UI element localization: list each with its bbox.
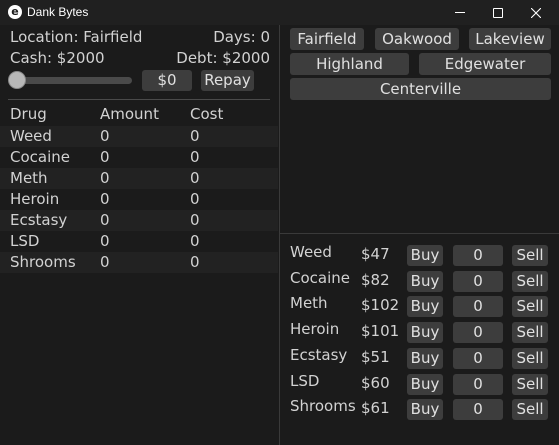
market-drug-label: Ecstasy bbox=[290, 345, 348, 364]
sell-button[interactable]: Sell bbox=[512, 322, 548, 344]
minimize-icon bbox=[455, 12, 465, 13]
status-divider bbox=[8, 99, 270, 100]
sell-button[interactable]: Sell bbox=[512, 399, 548, 421]
quantity-field[interactable]: 0 bbox=[453, 399, 503, 421]
close-icon bbox=[531, 7, 541, 18]
debt-label: Debt: $2000 bbox=[176, 49, 270, 67]
drug-cell: Meth bbox=[10, 169, 48, 187]
close-button[interactable] bbox=[513, 0, 559, 25]
sell-button[interactable]: Sell bbox=[512, 245, 548, 266]
drug-cell: Cocaine bbox=[10, 148, 70, 166]
location-button-edgewater[interactable]: Edgewater bbox=[419, 53, 551, 75]
cash-label: Cash: $2000 bbox=[10, 49, 105, 67]
market-drug-label: Meth bbox=[290, 294, 328, 313]
drug-cell: LSD bbox=[10, 232, 40, 250]
cost-cell: 0 bbox=[190, 190, 200, 208]
title-bar: e Dank Bytes bbox=[0, 0, 559, 25]
quantity-field[interactable]: 0 bbox=[453, 322, 503, 344]
market-price-label: $61 bbox=[361, 399, 390, 418]
location-button-fairfield[interactable]: Fairfield bbox=[290, 28, 364, 50]
market-drug-label: Shrooms bbox=[290, 397, 356, 416]
sell-button[interactable]: Sell bbox=[512, 270, 548, 292]
quantity-field[interactable]: 0 bbox=[453, 245, 503, 266]
sell-button[interactable]: Sell bbox=[512, 296, 548, 318]
market-price-label: $51 bbox=[361, 347, 390, 366]
buy-button[interactable]: Buy bbox=[407, 296, 443, 318]
quantity-field[interactable]: 0 bbox=[453, 296, 503, 318]
drug-cell: Weed bbox=[10, 127, 52, 145]
market-drug-label: Heroin bbox=[290, 320, 340, 339]
location-button-highland[interactable]: Highland bbox=[290, 53, 409, 75]
window-title: Dank Bytes bbox=[27, 5, 89, 19]
buy-button[interactable]: Buy bbox=[407, 399, 443, 421]
market-drug-label: Cocaine bbox=[290, 268, 350, 287]
days-label: Days: 0 bbox=[213, 28, 270, 46]
market-price-label: $82 bbox=[361, 270, 390, 289]
market-drug-label: Weed bbox=[290, 243, 332, 261]
quantity-field[interactable]: 0 bbox=[453, 373, 503, 395]
market-drug-label: LSD bbox=[290, 371, 320, 390]
location-label: Location: Fairfield bbox=[10, 28, 143, 46]
quantity-field[interactable]: 0 bbox=[453, 347, 503, 369]
header-drug: Drug bbox=[10, 105, 47, 123]
drug-cell: Heroin bbox=[10, 190, 60, 208]
repay-slider-thumb[interactable] bbox=[8, 71, 26, 89]
amount-cell: 0 bbox=[100, 190, 110, 208]
sell-button[interactable]: Sell bbox=[512, 347, 548, 369]
drug-cell: Shrooms bbox=[10, 253, 76, 271]
location-button-oakwood[interactable]: Oakwood bbox=[375, 28, 459, 50]
amount-cell: 0 bbox=[100, 127, 110, 145]
repay-button[interactable]: Repay bbox=[201, 70, 254, 91]
sell-button[interactable]: Sell bbox=[512, 373, 548, 395]
market-price-label: $60 bbox=[361, 373, 390, 392]
amount-cell: 0 bbox=[100, 169, 110, 187]
amount-cell: 0 bbox=[100, 148, 110, 166]
payment-amount-field: $0 bbox=[142, 70, 192, 91]
drug-cell: Ecstasy bbox=[10, 211, 68, 229]
cost-cell: 0 bbox=[190, 127, 200, 145]
cost-cell: 0 bbox=[190, 148, 200, 166]
quantity-field[interactable]: 0 bbox=[453, 270, 503, 292]
cost-cell: 0 bbox=[190, 253, 200, 271]
buy-button[interactable]: Buy bbox=[407, 373, 443, 395]
market-divider bbox=[280, 233, 559, 234]
maximize-icon bbox=[493, 7, 503, 18]
buy-button[interactable]: Buy bbox=[407, 245, 443, 266]
amount-cell: 0 bbox=[100, 211, 110, 229]
market-price-label: $102 bbox=[361, 296, 400, 315]
market-price-label: $101 bbox=[361, 322, 400, 341]
location-button-centerville[interactable]: Centerville bbox=[290, 78, 551, 100]
buy-button[interactable]: Buy bbox=[407, 270, 443, 292]
cost-cell: 0 bbox=[190, 232, 200, 250]
app-icon: e bbox=[8, 5, 22, 19]
amount-cell: 0 bbox=[100, 232, 110, 250]
header-amount: Amount bbox=[100, 105, 159, 123]
market-price-label: $47 bbox=[361, 245, 390, 263]
amount-cell: 0 bbox=[100, 253, 110, 271]
header-cost: Cost bbox=[190, 105, 224, 123]
buy-button[interactable]: Buy bbox=[407, 347, 443, 369]
repay-slider-track[interactable] bbox=[20, 77, 132, 84]
buy-button[interactable]: Buy bbox=[407, 322, 443, 344]
cost-cell: 0 bbox=[190, 211, 200, 229]
cost-cell: 0 bbox=[190, 169, 200, 187]
panel-separator bbox=[279, 25, 280, 445]
location-button-lakeview[interactable]: Lakeview bbox=[469, 28, 551, 50]
